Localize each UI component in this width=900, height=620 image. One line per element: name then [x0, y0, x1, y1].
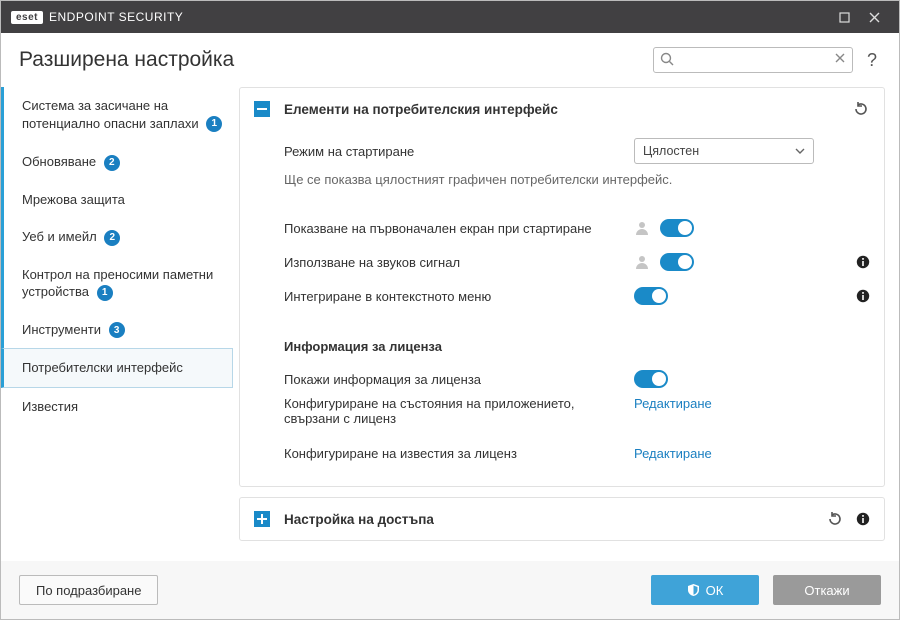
sidebar-item-label: Мрежова защита [22, 191, 125, 209]
sidebar-item-label: Обновяване [22, 154, 96, 169]
expand-icon[interactable] [254, 511, 270, 527]
license-section-header: Информация за лиценза [284, 339, 870, 354]
chevron-down-icon [795, 148, 805, 154]
row-splash-label: Показване на първоначален екран при стар… [284, 221, 624, 236]
sidebar-item-device-control[interactable]: Контрол на преносими паметни устройства … [1, 256, 233, 311]
sidebar-item-label: Известия [22, 398, 78, 416]
shield-icon [687, 583, 700, 597]
brand: eset ENDPOINT SECURITY [11, 10, 183, 24]
startup-mode-label: Режим на стартиране [284, 144, 624, 159]
ok-button-label: ОК [706, 583, 724, 598]
info-icon[interactable] [856, 289, 870, 303]
edit-app-states-link[interactable]: Редактиране [634, 396, 712, 411]
revert-icon[interactable] [852, 100, 870, 118]
sidebar-item-update[interactable]: Обновяване 2 [1, 143, 233, 181]
sidebar-item-notifications[interactable]: Известия [1, 388, 233, 426]
show-license-toggle[interactable] [634, 370, 668, 388]
row-sound-label: Използване на звуков сигнал [284, 255, 624, 270]
row-context-label: Интегриране в контекстното меню [284, 289, 624, 304]
collapse-icon[interactable] [254, 101, 270, 117]
main-content: Елементи на потребителския интерфейс Реж… [233, 87, 899, 561]
revert-icon[interactable] [826, 510, 844, 528]
footer: По подразбиране ОК Откажи [1, 561, 899, 619]
startup-mode-value: Цялостен [643, 144, 699, 158]
brand-name: ENDPOINT SECURITY [49, 10, 183, 24]
panel-access-setup: Настройка на достъпа [239, 497, 885, 541]
sound-toggle[interactable] [660, 253, 694, 271]
sidebar-badge: 1 [97, 285, 113, 301]
sidebar-item-label: Уеб и имейл [22, 229, 97, 244]
row-state-cfg-label: Конфигуриране на състояния на приложение… [284, 396, 624, 426]
sidebar-item-tools[interactable]: Инструменти 3 [1, 311, 233, 349]
panel-title: Елементи на потребителския интерфейс [284, 102, 838, 117]
sidebar-item-network[interactable]: Мрежова защита [1, 181, 233, 219]
sidebar-item-label: Система за засичане на потенциално опасн… [22, 98, 199, 131]
sidebar-badge: 1 [206, 116, 222, 132]
sidebar-item-label: Потребителски интерфейс [22, 359, 183, 377]
search-input[interactable] [653, 47, 853, 73]
sidebar-badge: 2 [104, 155, 120, 171]
row-notif-cfg-label: Конфигуриране на известия за лиценз [284, 446, 624, 461]
default-button-label: По подразбиране [36, 583, 141, 598]
info-icon[interactable] [856, 255, 870, 269]
cancel-button[interactable]: Откажи [773, 575, 881, 605]
sidebar-item-ui[interactable]: Потребителски интерфейс [1, 348, 233, 388]
sidebar-item-label: Контрол на преносими паметни устройства [22, 267, 213, 300]
splash-toggle[interactable] [660, 219, 694, 237]
sidebar-item-label: Инструменти [22, 322, 101, 337]
cancel-button-label: Откажи [804, 583, 849, 598]
user-icon [634, 254, 650, 270]
edit-license-notif-link[interactable]: Редактиране [634, 446, 712, 461]
startup-mode-select[interactable]: Цялостен [634, 138, 814, 164]
page-title: Разширена настройка [19, 48, 643, 72]
info-icon[interactable] [856, 512, 870, 526]
sidebar-badge: 3 [109, 322, 125, 338]
context-menu-toggle[interactable] [634, 287, 668, 305]
search-icon [659, 51, 675, 67]
row-showlic-label: Покажи информация за лиценза [284, 372, 624, 387]
titlebar: eset ENDPOINT SECURITY [1, 1, 899, 33]
sidebar-badge: 2 [104, 230, 120, 246]
startup-mode-desc: Ще се показва цялостният графичен потреб… [284, 168, 870, 189]
window-maximize-button[interactable] [829, 1, 859, 33]
sidebar-item-web-email[interactable]: Уеб и имейл 2 [1, 218, 233, 256]
clear-search-icon[interactable] [833, 51, 847, 65]
panel-title: Настройка на достъпа [284, 512, 812, 527]
header: Разширена настройка ? [1, 33, 899, 87]
default-button[interactable]: По подразбиране [19, 575, 158, 605]
panel-ui-elements: Елементи на потребителския интерфейс Реж… [239, 87, 885, 487]
window-close-button[interactable] [859, 1, 889, 33]
user-icon [634, 220, 650, 236]
brand-badge: eset [11, 11, 43, 24]
search-box [653, 47, 853, 73]
help-button[interactable]: ? [863, 50, 881, 71]
ok-button[interactable]: ОК [651, 575, 759, 605]
sidebar-item-detection[interactable]: Система за засичане на потенциално опасн… [1, 87, 233, 143]
sidebar: Система за засичане на потенциално опасн… [1, 87, 233, 561]
